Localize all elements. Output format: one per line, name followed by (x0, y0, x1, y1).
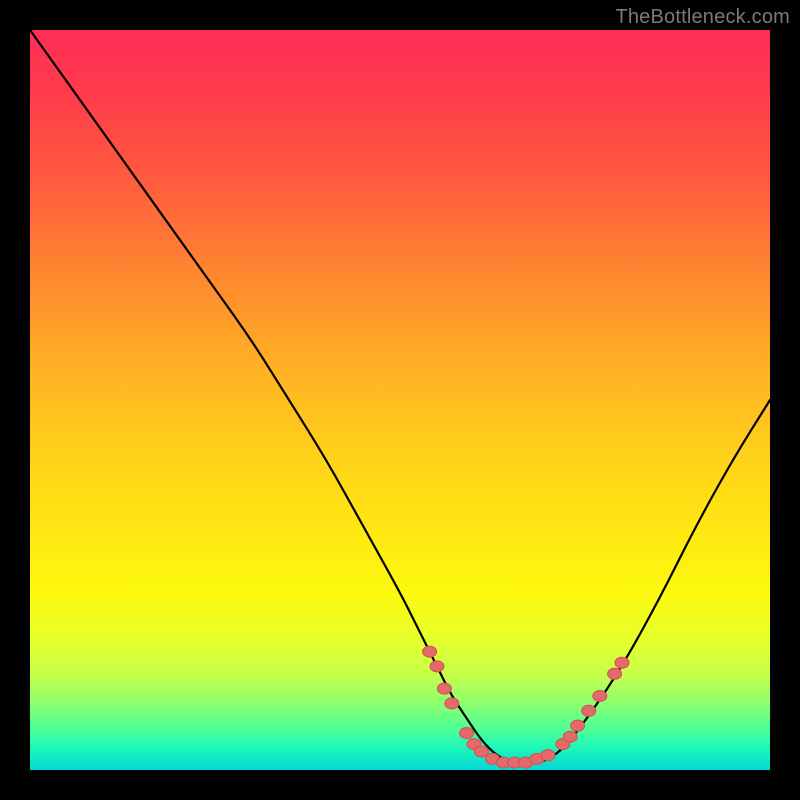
chart-marker (541, 750, 555, 761)
chart-marker (423, 646, 437, 657)
chart-marker (582, 705, 596, 716)
chart-marker (571, 720, 585, 731)
chart-marker (460, 728, 474, 739)
chart-marker (474, 746, 488, 757)
chart-marker (608, 668, 622, 679)
chart-marker (593, 691, 607, 702)
watermark-text: TheBottleneck.com (615, 6, 790, 29)
chart-marker (430, 661, 444, 672)
chart-marker (437, 683, 451, 694)
chart-stage: TheBottleneck.com (0, 0, 800, 800)
chart-marker (445, 698, 459, 709)
chart-plot-area (30, 30, 770, 770)
chart-marker (563, 731, 577, 742)
chart-svg (30, 30, 770, 770)
chart-curve (30, 30, 770, 763)
chart-marker (615, 657, 629, 668)
chart-marker-group (423, 646, 629, 768)
